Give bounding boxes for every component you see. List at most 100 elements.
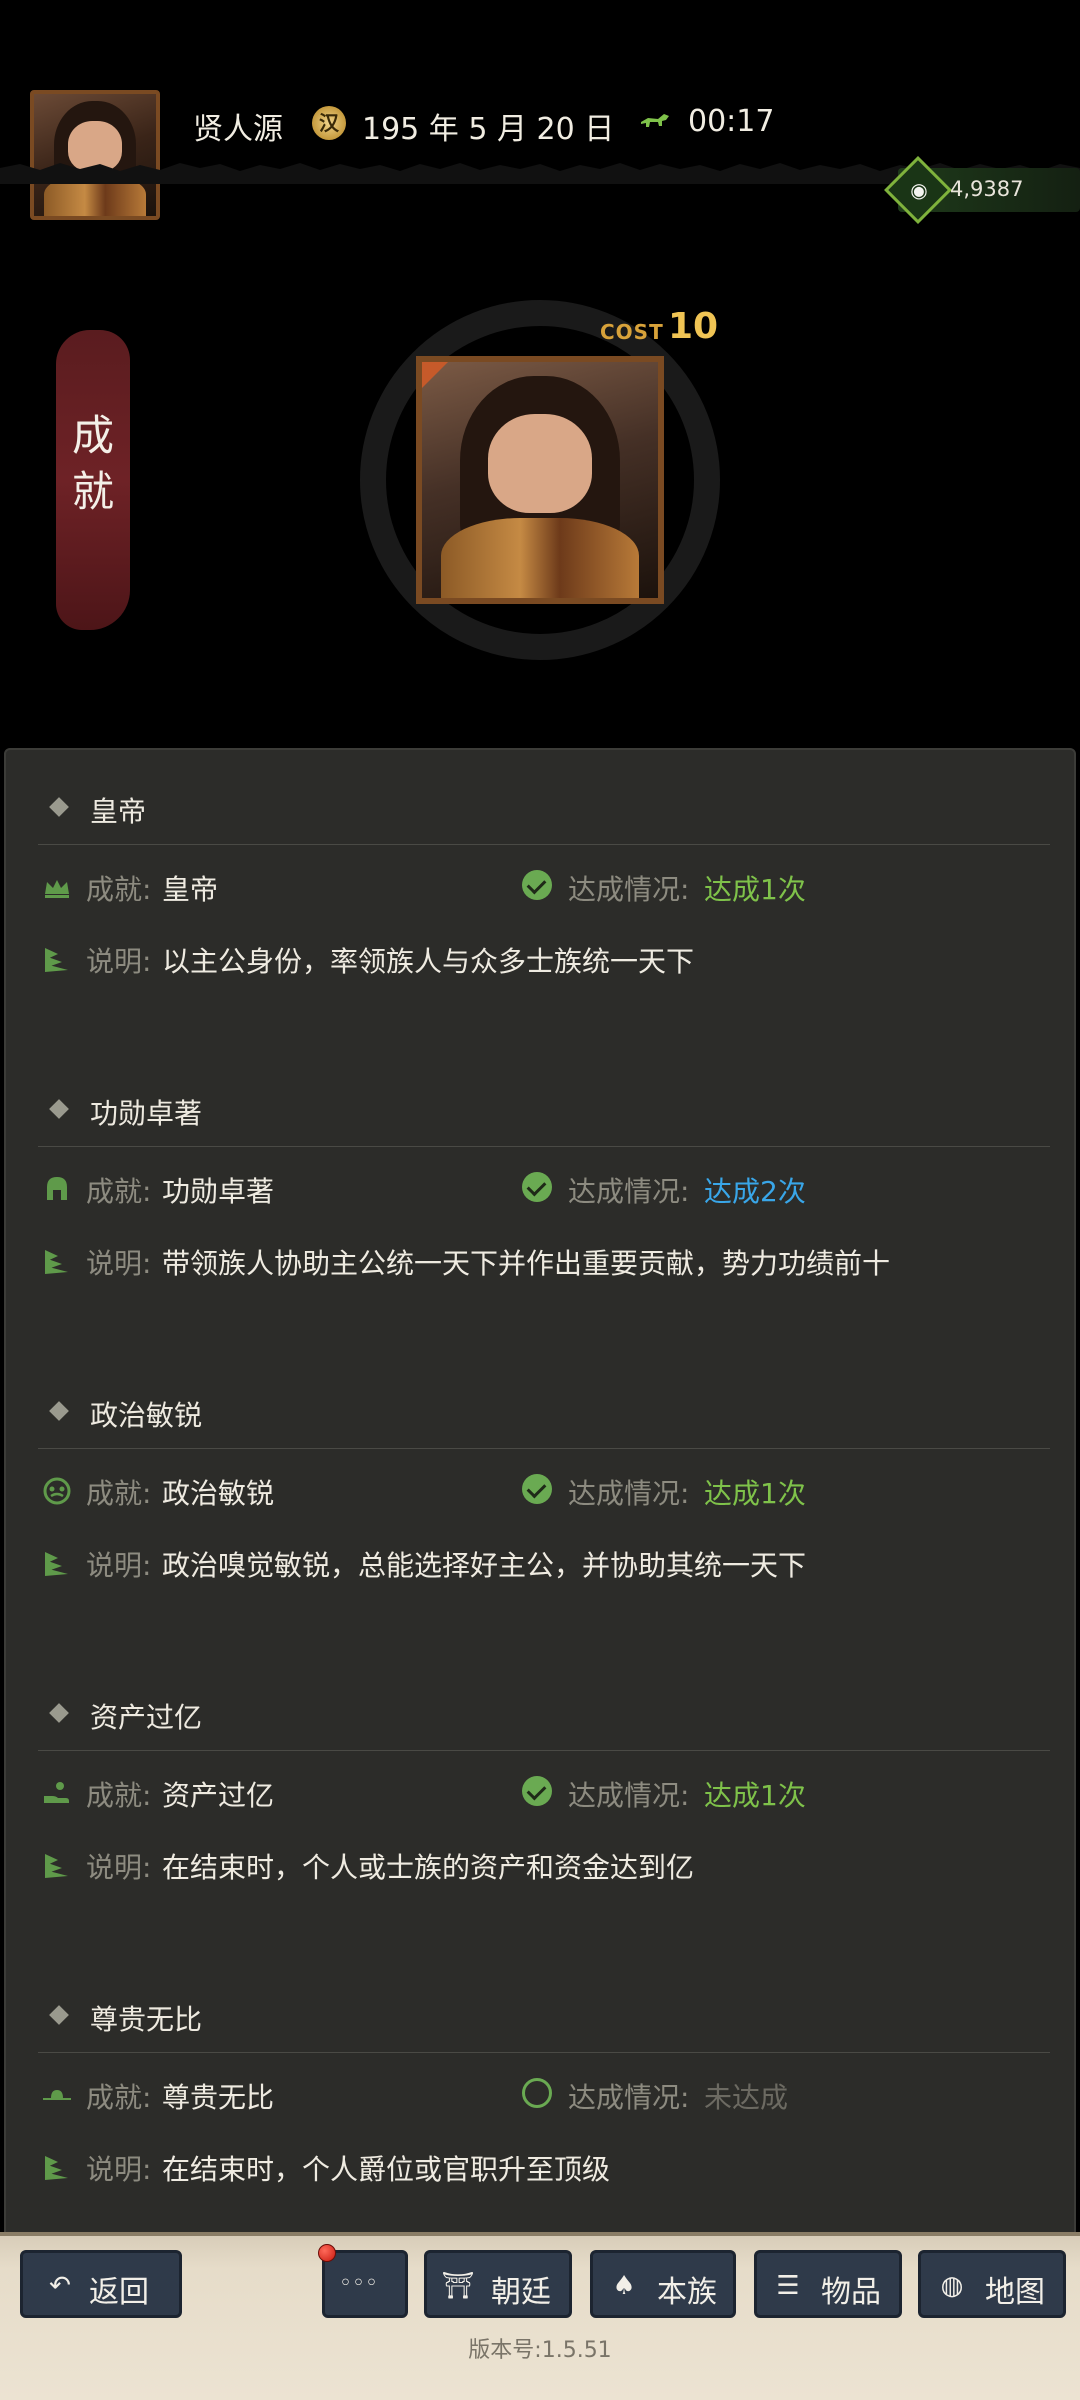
cost-label: COST bbox=[600, 320, 664, 344]
scroll-icon bbox=[45, 948, 68, 972]
status-value: 达成1次 bbox=[704, 1477, 806, 1510]
achievement-row: 成就: 皇帝 达成情况: 达成1次 bbox=[38, 862, 1050, 910]
game-date: 195 年 5 月 20 日 bbox=[362, 112, 615, 147]
section-divider bbox=[38, 1750, 1050, 1751]
helmet-icon bbox=[47, 1177, 67, 1200]
version-text: 版本号:1.5.51 bbox=[468, 2338, 612, 2363]
description-text: 在结束时，个人爵位或官职升至顶级 bbox=[162, 2153, 611, 2186]
diamond-bullet-icon bbox=[49, 797, 69, 817]
section-title: 政治敏锐 bbox=[90, 1399, 203, 1432]
achievement-label: 成就: bbox=[86, 2081, 152, 2114]
achievement-name: 资产过亿 bbox=[162, 1779, 275, 1812]
check-circle-icon bbox=[522, 1474, 552, 1504]
description-label: 说明: bbox=[86, 1851, 152, 1884]
achievement-name: 皇帝 bbox=[162, 873, 219, 906]
money-bag-icon: ◉ bbox=[910, 178, 928, 202]
status-label: 达成情况: bbox=[568, 1175, 690, 1208]
section-header: 资产过亿 bbox=[38, 1680, 1050, 1751]
achievement-label: 成就: bbox=[86, 1175, 152, 1208]
character-portrait[interactable] bbox=[416, 356, 664, 604]
achievement-section: 尊贵无比 成就: 尊贵无比 达成情况: 未达成 说明: 在结束时，个人爵位或官职… bbox=[38, 1982, 1050, 2186]
portrait-armor bbox=[440, 517, 640, 598]
achievement-list-panel[interactable]: 皇帝 成就: 皇帝 达成情况: 达成1次 说明: 以主公身份，率领族人与众多士族… bbox=[4, 748, 1076, 2244]
notification-dot bbox=[318, 2244, 336, 2262]
achievement-section: 皇帝 成就: 皇帝 达成情况: 达成1次 说明: 以主公身份，率领族人与众多士族… bbox=[38, 774, 1050, 978]
section-header: 皇帝 bbox=[38, 774, 1050, 845]
description-label: 说明: bbox=[86, 945, 152, 978]
back-button[interactable]: ↶ 返回 bbox=[20, 2250, 182, 2318]
achievement-name: 政治敏锐 bbox=[162, 1477, 275, 1510]
achievement-section: 资产过亿 成就: 资产过亿 达成情况: 达成1次 说明: 在结束时，个人或士族的… bbox=[38, 1680, 1050, 1884]
diamond-bullet-icon bbox=[49, 2005, 69, 2025]
money-value: 4,9387 bbox=[950, 177, 1024, 201]
achievement-row: 成就: 功勋卓著 达成情况: 达成2次 bbox=[38, 1164, 1050, 1212]
section-header: 尊贵无比 bbox=[38, 1982, 1050, 2053]
top-bar bbox=[0, 0, 1080, 180]
portrait-corner-mark bbox=[422, 362, 448, 388]
section-divider bbox=[38, 1448, 1050, 1449]
description-label: 说明: bbox=[86, 1549, 152, 1582]
diamond-bullet-icon bbox=[49, 1703, 69, 1723]
globe-icon: ◍ bbox=[940, 2271, 964, 2301]
status-label: 达成情况: bbox=[568, 873, 690, 906]
status-value: 达成1次 bbox=[704, 873, 806, 906]
scroll-icon bbox=[45, 1854, 68, 1878]
era-icon: 汉 bbox=[312, 106, 346, 140]
clan-button[interactable]: ♠ 本族 bbox=[590, 2250, 736, 2318]
description-row: 说明: 以主公身份，率领族人与众多士族统一天下 bbox=[38, 934, 1050, 982]
description-label: 说明: bbox=[86, 1247, 152, 1280]
section-title: 功勋卓著 bbox=[90, 1097, 203, 1130]
description-text: 在结束时，个人或士族的资产和资金达到亿 bbox=[162, 1851, 695, 1884]
section-header: 功勋卓著 bbox=[38, 1076, 1050, 1147]
achievement-label: 成就: bbox=[86, 1779, 152, 1812]
back-button-label: 返回 bbox=[89, 2275, 149, 2310]
scroll-icon bbox=[45, 1552, 68, 1576]
status-label: 达成情况: bbox=[568, 1477, 690, 1510]
achievement-row: 成就: 尊贵无比 达成情况: 未达成 bbox=[38, 2070, 1050, 2118]
description-row: 说明: 在结束时，个人或士族的资产和资金达到亿 bbox=[38, 1840, 1050, 1888]
achievement-row: 成就: 资产过亿 达成情况: 达成1次 bbox=[38, 1768, 1050, 1816]
cost-value: 10 bbox=[668, 306, 719, 347]
description-row: 说明: 带领族人协助主公统一天下并作出重要贡献，势力功绩前十 bbox=[38, 1236, 1050, 1284]
diamond-bullet-icon bbox=[49, 1401, 69, 1421]
mask-icon bbox=[43, 1477, 71, 1505]
description-text: 带领族人协助主公统一天下并作出重要贡献，势力功绩前十 bbox=[162, 1247, 891, 1280]
map-button-label: 地图 bbox=[985, 2275, 1045, 2310]
section-title: 尊贵无比 bbox=[90, 2003, 203, 2036]
section-divider bbox=[38, 1146, 1050, 1147]
achievement-label: 成就: bbox=[86, 1477, 152, 1510]
map-button[interactable]: ◍ 地图 bbox=[918, 2250, 1066, 2318]
status-label: 达成情况: bbox=[568, 2081, 690, 2114]
court-button[interactable]: ⛩ 朝廷 bbox=[424, 2250, 572, 2318]
check-circle-icon bbox=[522, 1776, 552, 1806]
section-title: 皇帝 bbox=[90, 795, 147, 828]
empty-circle-icon bbox=[522, 2078, 552, 2108]
scroll-icon bbox=[45, 2156, 68, 2180]
section-title: 资产过亿 bbox=[90, 1701, 203, 1734]
hand-coin-icon bbox=[44, 1782, 69, 1803]
status-label: 达成情况: bbox=[568, 1779, 690, 1812]
items-button[interactable]: ☰ 物品 bbox=[754, 2250, 902, 2318]
check-circle-icon bbox=[522, 1172, 552, 1202]
more-button[interactable]: ◦◦◦ bbox=[322, 2250, 408, 2318]
portrait-face bbox=[488, 413, 592, 514]
palace-icon: ⛩ bbox=[441, 2271, 475, 2301]
section-divider bbox=[38, 844, 1050, 845]
description-text: 以主公身份，率领族人与众多士族统一天下 bbox=[162, 945, 695, 978]
achievement-name: 尊贵无比 bbox=[162, 2081, 275, 2114]
status-value: 达成2次 bbox=[704, 1175, 806, 1208]
crown-icon bbox=[45, 880, 69, 898]
section-header: 政治敏锐 bbox=[38, 1378, 1050, 1449]
scroll-icon bbox=[45, 1250, 68, 1274]
status-value: 未达成 bbox=[704, 2081, 789, 2114]
items-button-label: 物品 bbox=[821, 2275, 881, 2310]
banner-title: 成就 bbox=[71, 411, 114, 516]
achievement-label: 成就: bbox=[86, 873, 152, 906]
diamond-bullet-icon bbox=[49, 1099, 69, 1119]
official-hat-icon bbox=[43, 2090, 71, 2100]
status-value: 达成1次 bbox=[704, 1779, 806, 1812]
horse-icon bbox=[641, 114, 669, 127]
achievement-name: 功勋卓著 bbox=[162, 1175, 275, 1208]
description-row: 说明: 在结束时，个人爵位或官职升至顶级 bbox=[38, 2142, 1050, 2190]
player-name: 贤人源 bbox=[193, 112, 283, 147]
